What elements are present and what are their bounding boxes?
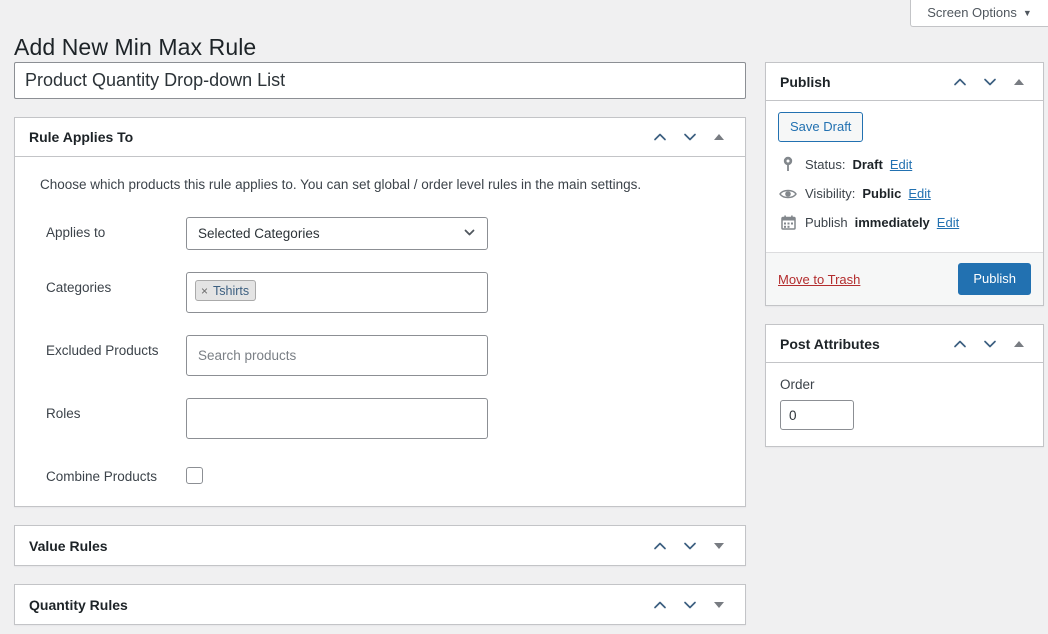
field-row-excluded-products: Excluded Products (29, 335, 731, 377)
field-row-applies-to: Applies to Selected Categories (29, 217, 731, 251)
schedule-row: Publish immediately Edit (778, 215, 1031, 230)
publish-box-footer: Move to Trash Publish (766, 252, 1043, 305)
panel-toggle-icon[interactable] (705, 120, 733, 154)
panel-handle-actions (645, 529, 733, 563)
panel-value-rules: Value Rules (14, 525, 746, 567)
post-attributes-box: Post Attributes Order (765, 324, 1044, 447)
applies-to-select[interactable]: Selected Categories (186, 217, 488, 251)
chevron-down-icon: ▼ (1022, 7, 1032, 18)
move-up-icon[interactable] (945, 327, 975, 361)
field-row-combine-products: Combine Products (29, 461, 731, 485)
post-attributes-title: Post Attributes (780, 335, 880, 352)
status-prefix: Status: (805, 156, 846, 172)
page-title: Add New Min Max Rule (14, 34, 257, 61)
panel-header-value-rules[interactable]: Value Rules (15, 526, 745, 565)
move-to-trash-link[interactable]: Move to Trash (778, 272, 860, 287)
panel-handle-actions (945, 65, 1033, 99)
move-up-icon[interactable] (945, 65, 975, 99)
panel-toggle-icon[interactable] (705, 529, 733, 563)
status-value: Draft (852, 156, 883, 172)
move-down-icon[interactable] (675, 120, 705, 154)
admin-page: Screen Options ▼ Add New Min Max Rule Ru… (0, 0, 1048, 634)
visibility-value: Public (862, 186, 902, 201)
post-status-pin-icon (778, 156, 798, 172)
panel-header-quantity-rules[interactable]: Quantity Rules (15, 585, 745, 624)
roles-input[interactable] (186, 398, 488, 440)
calendar-icon (778, 215, 798, 230)
applies-to-label: Applies to (46, 225, 106, 241)
screen-options-button[interactable]: Screen Options ▼ (910, 0, 1048, 27)
panel-handle-actions (645, 120, 733, 154)
panel-title: Rule Applies To (29, 129, 134, 145)
panel-toggle-icon[interactable] (705, 588, 733, 622)
category-token: × Tshirts (195, 280, 257, 302)
post-attributes-body: Order (766, 363, 1043, 446)
publish-box-body: Save Draft Status: Draft Edit Visibility… (766, 101, 1043, 252)
panel-handle-actions (645, 588, 733, 622)
status-row: Status: Draft Edit (778, 156, 1031, 172)
sidebar-column: Publish Save Draft Status: Draft Edit Vi… (765, 62, 1044, 465)
remove-token-icon[interactable]: × (201, 284, 208, 298)
move-down-icon[interactable] (975, 65, 1005, 99)
roles-label: Roles (46, 406, 81, 422)
field-row-roles: Roles (29, 398, 731, 440)
eye-icon (778, 187, 798, 201)
move-down-icon[interactable] (975, 327, 1005, 361)
excluded-products-input[interactable] (186, 335, 488, 377)
applies-to-value: Selected Categories (198, 226, 320, 242)
panel-quantity-rules: Quantity Rules (14, 584, 746, 626)
schedule-value: immediately (854, 215, 930, 230)
panel-toggle-icon[interactable] (1005, 327, 1033, 361)
combine-products-checkbox[interactable] (186, 467, 203, 485)
order-label: Order (780, 377, 815, 392)
move-down-icon[interactable] (675, 588, 705, 622)
categories-label: Categories (46, 280, 112, 296)
edit-status-link[interactable]: Edit (890, 157, 912, 172)
main-column: Rule Applies To Choose which products th… (14, 62, 746, 626)
move-down-icon[interactable] (675, 529, 705, 563)
move-up-icon[interactable] (645, 588, 675, 622)
visibility-row: Visibility: Public Edit (778, 186, 1031, 201)
move-up-icon[interactable] (645, 529, 675, 563)
combine-products-label: Combine Products (46, 469, 158, 485)
order-input[interactable] (780, 400, 854, 430)
category-token-label: Tshirts (213, 283, 250, 298)
move-up-icon[interactable] (645, 120, 675, 154)
panel-body-rule-applies-to: Choose which products this rule applies … (15, 157, 745, 506)
edit-visibility-link[interactable]: Edit (908, 186, 930, 201)
publish-box: Publish Save Draft Status: Draft Edit Vi… (765, 62, 1044, 306)
schedule-prefix: Publish (805, 215, 848, 230)
categories-token-field[interactable]: × Tshirts (186, 272, 488, 314)
panel-title: Value Rules (29, 537, 108, 554)
field-row-categories: Categories × Tshirts (29, 272, 731, 314)
screen-options-label: Screen Options (927, 5, 1017, 20)
panel-title: Quantity Rules (29, 596, 128, 613)
panel-intro-text: Choose which products this rule applies … (40, 177, 642, 192)
excluded-products-label: Excluded Products (46, 343, 159, 359)
panel-toggle-icon[interactable] (1005, 65, 1033, 99)
panel-handle-actions (945, 327, 1033, 361)
rule-title-input[interactable] (14, 62, 746, 99)
panel-header-rule-applies-to[interactable]: Rule Applies To (15, 118, 745, 157)
publish-box-header[interactable]: Publish (766, 63, 1043, 101)
post-attributes-header[interactable]: Post Attributes (766, 325, 1043, 363)
publish-box-title: Publish (780, 73, 831, 90)
publish-button[interactable]: Publish (958, 263, 1031, 295)
visibility-prefix: Visibility: (805, 186, 856, 201)
chevron-down-icon (462, 225, 477, 243)
panel-rule-applies-to: Rule Applies To Choose which products th… (14, 117, 746, 508)
edit-schedule-link[interactable]: Edit (937, 215, 959, 230)
save-draft-button[interactable]: Save Draft (778, 112, 864, 142)
